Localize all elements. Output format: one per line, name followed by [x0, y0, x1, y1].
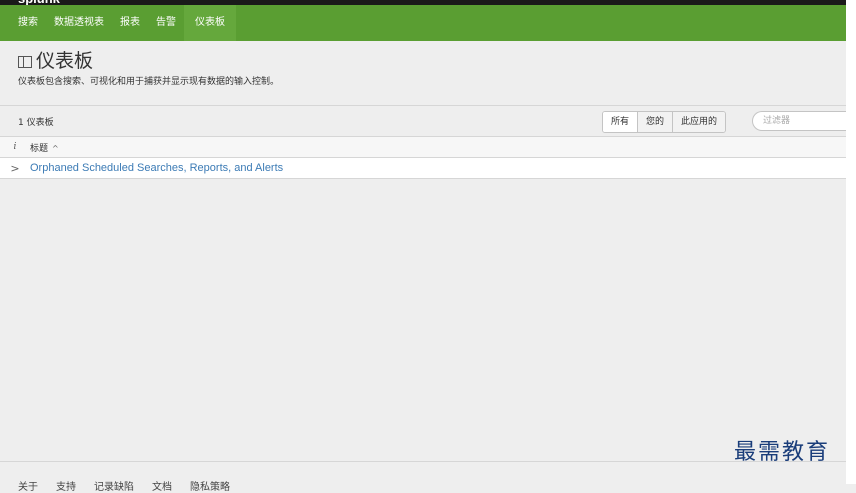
title-column-label: 标题 — [30, 143, 49, 154]
dashboards-table: i 标题 ^ > Orphaned Scheduled Searches, Rep… — [0, 136, 846, 179]
nav-item-dashboards[interactable]: 仪表板 — [184, 5, 236, 41]
page-header: 仪表板 仪表板包含搜索、可视化和用于捕获并显示现有数据的输入控制。 — [18, 48, 279, 87]
page-title: 仪表板 — [36, 50, 94, 72]
dashboard-icon — [18, 56, 32, 68]
list-controls: 1 仪表板 所有 您的 此应用的 — [0, 106, 846, 136]
table-row: > Orphaned Scheduled Searches, Reports, … — [0, 158, 846, 179]
watermark: 最需教育 — [734, 440, 831, 465]
app-nav-bar: 搜索 数据透视表 报表 告警 仪表板 — [0, 5, 846, 41]
info-column-icon: i — [13, 142, 17, 152]
nav-item-reports[interactable]: 报表 — [112, 5, 148, 41]
nav-item-search[interactable]: 搜索 — [0, 5, 46, 41]
footer-link-file-bug[interactable]: 记录缺陷 — [94, 478, 134, 493]
title-column-header[interactable]: 标题 ^ — [30, 141, 59, 154]
title-row: 仪表板 — [18, 48, 279, 74]
footer: 关于 支持 记录缺陷 文档 隐私策略 — [18, 478, 230, 493]
filter-yours-button[interactable]: 您的 — [637, 112, 673, 132]
nav-item-alerts[interactable]: 告警 — [148, 5, 184, 41]
window-edge — [846, 0, 856, 484]
sort-asc-icon: ^ — [52, 143, 59, 153]
table-header: i 标题 ^ — [0, 136, 846, 158]
ownership-filter-group: 所有 您的 此应用的 — [602, 111, 727, 133]
page-description: 仪表板包含搜索、可视化和用于捕获并显示现有数据的输入控制。 — [18, 77, 280, 87]
dashboard-link[interactable]: Orphaned Scheduled Searches, Reports, an… — [30, 162, 283, 174]
nav-item-datasets[interactable]: 数据透视表 — [46, 5, 112, 41]
dashboard-count: 1 仪表板 — [18, 118, 54, 128]
footer-link-privacy[interactable]: 隐私策略 — [190, 478, 230, 493]
chevron-right-icon[interactable]: > — [0, 162, 30, 175]
footer-link-docs[interactable]: 文档 — [152, 478, 172, 493]
footer-link-support[interactable]: 支持 — [56, 478, 76, 493]
footer-link-about[interactable]: 关于 — [18, 478, 38, 493]
filter-this-app-button[interactable]: 此应用的 — [672, 112, 726, 132]
filter-all-button[interactable]: 所有 — [603, 112, 638, 132]
footer-divider — [0, 461, 846, 462]
filter-input[interactable] — [752, 111, 846, 131]
